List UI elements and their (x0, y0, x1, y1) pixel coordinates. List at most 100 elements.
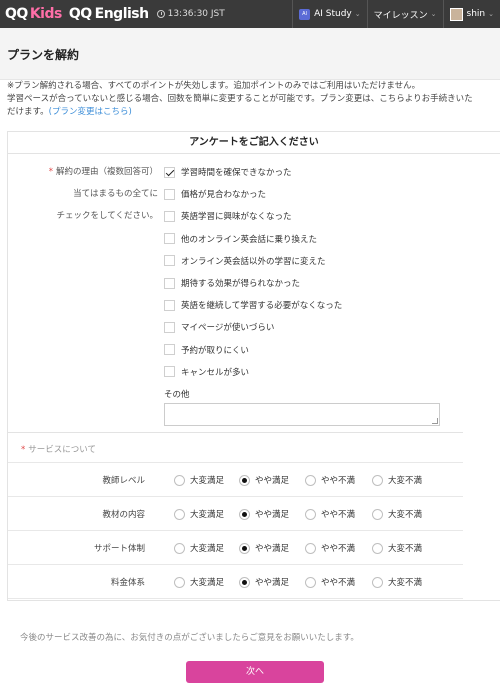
reason-option[interactable]: キャンセルが多い (164, 365, 249, 379)
notice-line-2: 学習ペースが合っていないと感じる場合、回数を簡単に変更することが可能です。プラン… (7, 94, 473, 104)
radio-button[interactable] (174, 474, 185, 486)
reason-option-label: マイページが使いづらい (181, 323, 275, 334)
radio-button[interactable] (305, 474, 316, 486)
reason-option[interactable]: 英語学習に興味がなくなった (164, 209, 292, 223)
service-name: 教材の内容 (102, 510, 145, 520)
radio-button[interactable] (372, 576, 383, 588)
rating-radio[interactable]: 大変満足 (174, 474, 224, 486)
reason-option[interactable]: 予約が取りにくい (164, 343, 249, 357)
radio-button[interactable] (372, 474, 383, 486)
rating-label: 大変満足 (190, 578, 225, 588)
checkbox[interactable] (164, 166, 175, 178)
radio-button[interactable] (305, 508, 316, 520)
chevron-down-icon: ⌄ (488, 10, 494, 18)
radio-button[interactable] (174, 576, 185, 588)
reason-option-label: 英語学習に興味がなくなった (181, 212, 292, 223)
reason-option-label: 学習時間を確保できなかった (181, 168, 292, 178)
top-navbar: QQ Kids QQ English 13:36:30 JST AI AI St… (0, 0, 500, 28)
radio-button[interactable] (239, 474, 250, 486)
rating-label: 大変不満 (388, 510, 423, 520)
rating-label: 大変満足 (190, 510, 225, 520)
clock: 13:36:30 JST (156, 9, 225, 19)
other-textarea[interactable] (164, 403, 440, 426)
notice-line-1: ※プラン解約される場合、すべてのポイントが失効します。追加ポイントのみではご利用… (7, 81, 421, 91)
reason-label: * 解約の理由（複数回答可） (48, 167, 158, 177)
my-lesson-menu[interactable]: マイレッスン ⌄ (366, 0, 443, 28)
radio-button[interactable] (174, 508, 185, 520)
rating-radio[interactable]: やや満足 (239, 542, 289, 554)
radio-button[interactable] (372, 508, 383, 520)
reason-option[interactable]: 学習時間を確保できなかった (164, 165, 292, 179)
radio-button[interactable] (239, 576, 250, 588)
notice-line-3: だけます。 (7, 107, 49, 117)
ai-study-menu[interactable]: AI AI Study ⌄ (292, 0, 367, 28)
checkbox[interactable] (164, 188, 175, 200)
rating-radio[interactable]: やや満足 (239, 474, 289, 486)
reason-option-label: 他のオンライン英会話に乗り換えた (181, 234, 318, 245)
rating-radio[interactable]: 大変満足 (174, 576, 224, 588)
radio-button[interactable] (305, 542, 316, 554)
rating-radio[interactable]: 大変不満 (372, 576, 422, 588)
survey-heading: アンケートをご記入ください (8, 132, 500, 154)
rating-radio[interactable]: 大変満足 (174, 508, 224, 520)
reason-instruction-1: 当てはまるもの全てに (73, 189, 158, 199)
rating-radio[interactable]: やや不満 (305, 474, 355, 486)
service-row: 料金体系 大変満足 やや満足 やや不満 大変不満 (8, 564, 463, 598)
service-name: サポート体制 (93, 544, 145, 554)
checkbox[interactable] (164, 299, 175, 311)
reason-option[interactable]: 英語を継続して学習する必要がなくなった (164, 298, 342, 312)
feedback-note: 今後のサービス改善の為に、お気付きの点がございましたらご意見をお願いいたします。 (20, 633, 359, 643)
required-mark: * (21, 445, 26, 455)
radio-button[interactable] (305, 576, 316, 588)
rating-radio[interactable]: やや不満 (305, 542, 355, 554)
rating-label: やや満足 (255, 544, 290, 554)
service-name: 教師レベル (102, 476, 145, 486)
checkbox[interactable] (164, 210, 175, 222)
reason-option-label: オンライン英会話以外の学習に変えた (181, 256, 326, 267)
checkbox[interactable] (164, 233, 175, 245)
cancel-notice: ※プラン解約される場合、すべてのポイントが失効します。追加ポイントのみではご利用… (7, 80, 500, 119)
rating-label: やや不満 (321, 476, 356, 486)
other-label: その他 (164, 390, 190, 400)
checkbox[interactable] (164, 321, 175, 333)
plan-change-link[interactable]: (プラン変更はこちら) (49, 107, 132, 117)
avatar (449, 7, 463, 21)
reason-option[interactable]: 期待する効果が得られなかった (164, 276, 300, 290)
service-section: * サービスについて 教師レベル 大変満足 やや満足 やや不満 大変不満 教材の内容 大変満足… (8, 432, 463, 600)
rating-radio[interactable]: 大変不満 (372, 542, 422, 554)
rating-radio[interactable]: やや不満 (305, 576, 355, 588)
checkbox[interactable] (164, 255, 175, 267)
rating-radio[interactable]: やや満足 (239, 508, 289, 520)
checkbox[interactable] (164, 366, 175, 378)
rating-radio[interactable]: やや不満 (305, 508, 355, 520)
required-mark: * (48, 167, 53, 177)
reason-option[interactable]: マイページが使いづらい (164, 320, 274, 334)
user-name: shin (466, 9, 486, 19)
rating-label: やや不満 (321, 510, 356, 520)
rating-label: やや満足 (255, 510, 290, 520)
next-button[interactable]: 次へ (186, 661, 324, 683)
reason-option-label: 期待する効果が得られなかった (181, 279, 301, 289)
radio-button[interactable] (174, 542, 185, 554)
rating-radio[interactable]: やや満足 (239, 576, 289, 588)
qq-logo[interactable]: QQ Kids QQ English (5, 6, 149, 22)
radio-button[interactable] (239, 542, 250, 554)
service-row: 教材の内容 大変満足 やや満足 やや不満 大変不満 (8, 496, 463, 530)
radio-button[interactable] (372, 542, 383, 554)
reason-option[interactable]: 価格が見合わなかった (164, 187, 266, 201)
checkbox[interactable] (164, 277, 175, 289)
rating-label: やや不満 (321, 544, 356, 554)
checkbox[interactable] (164, 344, 175, 356)
reason-option[interactable]: 他のオンライン英会話に乗り換えた (164, 232, 317, 246)
rating-radio[interactable]: 大変不満 (372, 474, 422, 486)
rating-label: やや不満 (321, 578, 356, 588)
rating-radio[interactable]: 大変不満 (372, 508, 422, 520)
user-menu[interactable]: shin ⌄ (442, 0, 500, 28)
rating-radio[interactable]: 大変満足 (174, 542, 224, 554)
rating-label: 大変不満 (388, 578, 423, 588)
rating-label: やや満足 (255, 578, 290, 588)
radio-button[interactable] (239, 508, 250, 520)
chevron-down-icon: ⌄ (354, 10, 361, 18)
reason-option[interactable]: オンライン英会話以外の学習に変えた (164, 254, 326, 268)
service-name: 料金体系 (110, 578, 145, 588)
